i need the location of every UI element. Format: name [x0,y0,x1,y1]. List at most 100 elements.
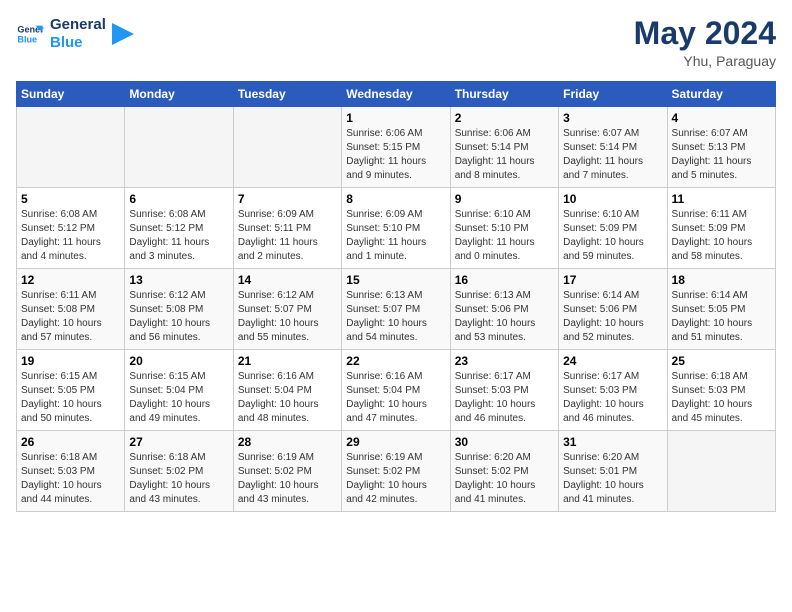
month-title: May 2024 [634,16,776,51]
day-number: 21 [238,354,337,368]
weekday-header-tuesday: Tuesday [233,82,341,107]
logo-general: General [50,16,106,34]
day-info: Sunrise: 6:08 AM Sunset: 5:12 PM Dayligh… [129,208,228,264]
calendar-cell [233,107,341,188]
day-info: Sunrise: 6:14 AM Sunset: 5:05 PM Dayligh… [672,289,771,345]
day-number: 8 [346,192,445,206]
day-info: Sunrise: 6:11 AM Sunset: 5:09 PM Dayligh… [672,208,771,264]
day-info: Sunrise: 6:18 AM Sunset: 5:03 PM Dayligh… [672,370,771,426]
day-info: Sunrise: 6:18 AM Sunset: 5:03 PM Dayligh… [21,451,120,507]
calendar-week-row: 1Sunrise: 6:06 AM Sunset: 5:15 PM Daylig… [17,107,776,188]
day-number: 16 [455,273,554,287]
calendar-cell: 4 Sunrise: 6:07 AM Sunset: 5:13 PM Daylig… [667,107,775,188]
calendar-cell: 9Sunrise: 6:10 AM Sunset: 5:10 PM Daylig… [450,188,558,269]
day-info: Sunrise: 6:15 AM Sunset: 5:04 PM Dayligh… [129,370,228,426]
calendar-cell: 31Sunrise: 6:20 AM Sunset: 5:01 PM Dayli… [559,431,667,512]
day-number: 9 [455,192,554,206]
calendar-cell [125,107,233,188]
calendar-header: SundayMondayTuesdayWednesdayThursdayFrid… [17,82,776,107]
day-number: 5 [21,192,120,206]
day-info: Sunrise: 6:20 AM Sunset: 5:01 PM Dayligh… [563,451,662,507]
day-info: Sunrise: 6:17 AM Sunset: 5:03 PM Dayligh… [455,370,554,426]
weekday-header-monday: Monday [125,82,233,107]
day-info: Sunrise: 6:07 AM Sunset: 5:13 PM Dayligh… [672,127,771,183]
calendar-cell: 22Sunrise: 6:16 AM Sunset: 5:04 PM Dayli… [342,350,450,431]
calendar-cell: 18 Sunrise: 6:14 AM Sunset: 5:05 PM Dayli… [667,269,775,350]
logo: General Blue General Blue [16,16,134,52]
day-number: 23 [455,354,554,368]
day-number: 13 [129,273,228,287]
calendar-cell: 20 Sunrise: 6:15 AM Sunset: 5:04 PM Dayli… [125,350,233,431]
day-number: 27 [129,435,228,449]
calendar-cell: 17 Sunrise: 6:14 AM Sunset: 5:06 PM Dayli… [559,269,667,350]
calendar-week-row: 5 Sunrise: 6:08 AM Sunset: 5:12 PM Daylig… [17,188,776,269]
day-number: 26 [21,435,120,449]
day-info: Sunrise: 6:07 AM Sunset: 5:14 PM Dayligh… [563,127,662,183]
day-info: Sunrise: 6:10 AM Sunset: 5:09 PM Dayligh… [563,208,662,264]
calendar-cell: 24Sunrise: 6:17 AM Sunset: 5:03 PM Dayli… [559,350,667,431]
day-info: Sunrise: 6:19 AM Sunset: 5:02 PM Dayligh… [238,451,337,507]
calendar-cell: 21 Sunrise: 6:16 AM Sunset: 5:04 PM Dayli… [233,350,341,431]
day-info: Sunrise: 6:09 AM Sunset: 5:11 PM Dayligh… [238,208,337,264]
day-number: 15 [346,273,445,287]
calendar-cell: 23 Sunrise: 6:17 AM Sunset: 5:03 PM Dayli… [450,350,558,431]
calendar-cell: 30 Sunrise: 6:20 AM Sunset: 5:02 PM Dayli… [450,431,558,512]
day-info: Sunrise: 6:12 AM Sunset: 5:08 PM Dayligh… [129,289,228,345]
day-number: 3 [563,111,662,125]
day-info: Sunrise: 6:16 AM Sunset: 5:04 PM Dayligh… [346,370,445,426]
day-number: 14 [238,273,337,287]
calendar-cell: 26 Sunrise: 6:18 AM Sunset: 5:03 PM Dayli… [17,431,125,512]
day-info: Sunrise: 6:15 AM Sunset: 5:05 PM Dayligh… [21,370,120,426]
day-number: 11 [672,192,771,206]
calendar-cell [17,107,125,188]
weekday-header-friday: Friday [559,82,667,107]
day-info: Sunrise: 6:13 AM Sunset: 5:06 PM Dayligh… [455,289,554,345]
calendar-cell: 6 Sunrise: 6:08 AM Sunset: 5:12 PM Daylig… [125,188,233,269]
day-number: 6 [129,192,228,206]
day-info: Sunrise: 6:16 AM Sunset: 5:04 PM Dayligh… [238,370,337,426]
calendar-cell: 25 Sunrise: 6:18 AM Sunset: 5:03 PM Dayli… [667,350,775,431]
weekday-header-sunday: Sunday [17,82,125,107]
calendar-cell: 16 Sunrise: 6:13 AM Sunset: 5:06 PM Dayli… [450,269,558,350]
day-info: Sunrise: 6:19 AM Sunset: 5:02 PM Dayligh… [346,451,445,507]
calendar-cell: 3 Sunrise: 6:07 AM Sunset: 5:14 PM Daylig… [559,107,667,188]
day-number: 20 [129,354,228,368]
day-info: Sunrise: 6:20 AM Sunset: 5:02 PM Dayligh… [455,451,554,507]
weekday-header-wednesday: Wednesday [342,82,450,107]
day-number: 19 [21,354,120,368]
calendar-cell: 11 Sunrise: 6:11 AM Sunset: 5:09 PM Dayli… [667,188,775,269]
weekday-header-thursday: Thursday [450,82,558,107]
day-info: Sunrise: 6:13 AM Sunset: 5:07 PM Dayligh… [346,289,445,345]
day-number: 4 [672,111,771,125]
day-number: 18 [672,273,771,287]
day-info: Sunrise: 6:09 AM Sunset: 5:10 PM Dayligh… [346,208,445,264]
day-info: Sunrise: 6:18 AM Sunset: 5:02 PM Dayligh… [129,451,228,507]
calendar-cell: 28Sunrise: 6:19 AM Sunset: 5:02 PM Dayli… [233,431,341,512]
calendar-cell: 14Sunrise: 6:12 AM Sunset: 5:07 PM Dayli… [233,269,341,350]
day-number: 29 [346,435,445,449]
logo-icon: General Blue [16,20,44,48]
day-number: 2 [455,111,554,125]
calendar-table: SundayMondayTuesdayWednesdayThursdayFrid… [16,81,776,512]
day-info: Sunrise: 6:14 AM Sunset: 5:06 PM Dayligh… [563,289,662,345]
calendar-cell: 5 Sunrise: 6:08 AM Sunset: 5:12 PM Daylig… [17,188,125,269]
day-number: 25 [672,354,771,368]
day-info: Sunrise: 6:08 AM Sunset: 5:12 PM Dayligh… [21,208,120,264]
day-number: 12 [21,273,120,287]
calendar-cell: 29 Sunrise: 6:19 AM Sunset: 5:02 PM Dayli… [342,431,450,512]
calendar-cell: 19 Sunrise: 6:15 AM Sunset: 5:05 PM Dayli… [17,350,125,431]
calendar-cell: 2 Sunrise: 6:06 AM Sunset: 5:14 PM Daylig… [450,107,558,188]
day-number: 17 [563,273,662,287]
calendar-cell: 10Sunrise: 6:10 AM Sunset: 5:09 PM Dayli… [559,188,667,269]
svg-text:Blue: Blue [17,34,37,44]
calendar-cell: 1Sunrise: 6:06 AM Sunset: 5:15 PM Daylig… [342,107,450,188]
day-info: Sunrise: 6:06 AM Sunset: 5:14 PM Dayligh… [455,127,554,183]
logo-blue: Blue [50,34,106,52]
weekday-header-row: SundayMondayTuesdayWednesdayThursdayFrid… [17,82,776,107]
calendar-cell: 7Sunrise: 6:09 AM Sunset: 5:11 PM Daylig… [233,188,341,269]
day-number: 24 [563,354,662,368]
day-number: 30 [455,435,554,449]
logo-arrow-icon [112,23,134,45]
calendar-cell: 27 Sunrise: 6:18 AM Sunset: 5:02 PM Dayli… [125,431,233,512]
weekday-header-saturday: Saturday [667,82,775,107]
